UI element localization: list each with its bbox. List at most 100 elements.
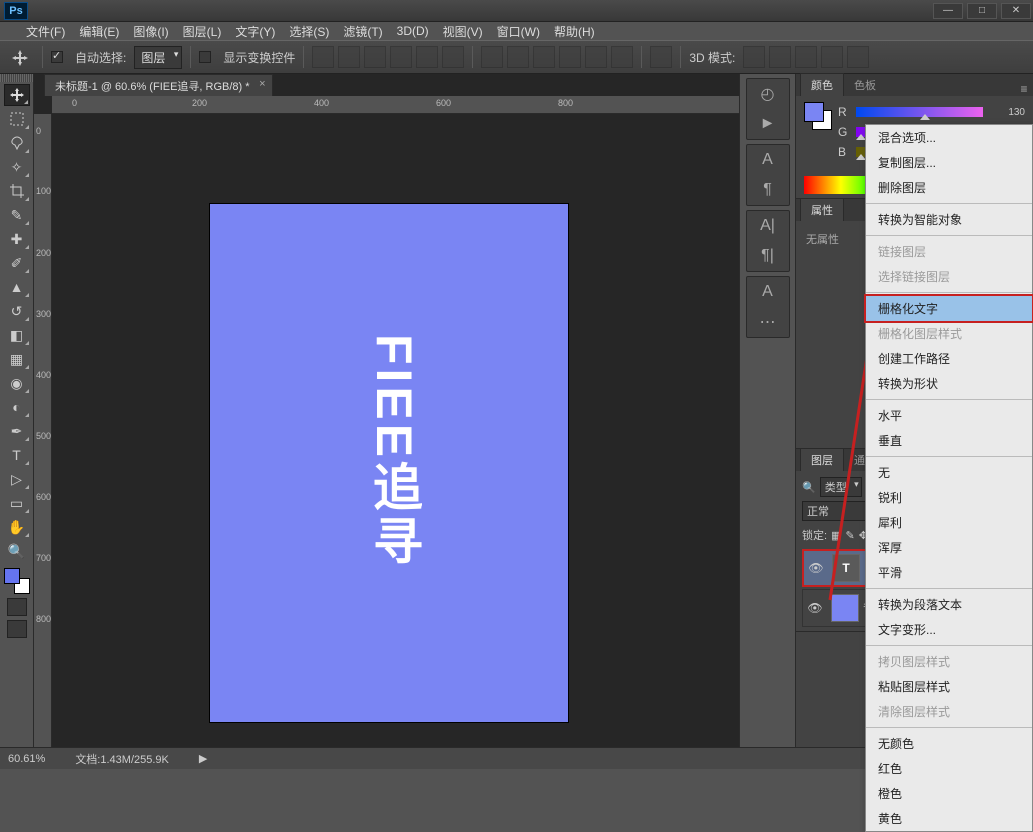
layer-context-menu[interactable]: 混合选项...复制图层...删除图层转换为智能对象链接图层选择链接图层栅格化文字… xyxy=(865,124,1033,832)
show-transform-checkbox[interactable] xyxy=(199,51,211,63)
close-button[interactable]: ✕ xyxy=(1001,3,1031,19)
para-style-icon[interactable]: ¶| xyxy=(747,241,789,271)
brush-tool[interactable]: ✐ xyxy=(4,252,30,274)
context-menu-item[interactable]: 橙色 xyxy=(866,781,1032,806)
panel-swatch[interactable] xyxy=(804,102,832,130)
glyph-panel-icon[interactable]: ⋯ xyxy=(747,307,789,337)
status-arrow-icon[interactable]: ▶ xyxy=(199,752,207,765)
actions-icon[interactable]: ► xyxy=(747,109,789,139)
panel-menu-icon[interactable]: ≡ xyxy=(1015,82,1033,96)
quickmask-toggle[interactable] xyxy=(7,598,27,616)
context-menu-item[interactable]: 复制图层... xyxy=(866,150,1032,175)
shape-tool[interactable]: ▭ xyxy=(4,492,30,514)
panel-grip[interactable] xyxy=(0,74,33,82)
character-icon[interactable]: A xyxy=(747,145,789,175)
move-tool-icon[interactable] xyxy=(6,46,34,70)
history-brush-tool[interactable]: ↺ xyxy=(4,300,30,322)
menu-select[interactable]: 选择(S) xyxy=(289,23,329,40)
maximize-button[interactable]: □ xyxy=(967,3,997,19)
align-icon[interactable] xyxy=(416,46,438,68)
context-menu-item[interactable]: 混合选项... xyxy=(866,125,1032,150)
eyedropper-tool[interactable]: ✎ xyxy=(4,204,30,226)
properties-tab[interactable]: 属性 xyxy=(800,198,844,221)
swatches-tab[interactable]: 色板 xyxy=(844,74,886,96)
menu-3d[interactable]: 3D(D) xyxy=(397,24,429,38)
context-menu-item[interactable]: 垂直 xyxy=(866,428,1032,453)
menu-help[interactable]: 帮助(H) xyxy=(554,23,595,40)
canvas-viewport[interactable]: FIEE追寻 xyxy=(52,114,739,747)
context-menu-item[interactable]: 文字变形... xyxy=(866,617,1032,642)
hand-tool[interactable]: ✋ xyxy=(4,516,30,538)
history-icon[interactable]: ◴ xyxy=(747,79,789,109)
auto-select-checkbox[interactable] xyxy=(51,51,63,63)
color-tab[interactable]: 颜色 xyxy=(800,73,844,96)
close-tab-icon[interactable]: × xyxy=(259,78,265,90)
align-icon[interactable] xyxy=(338,46,360,68)
3d-icon[interactable] xyxy=(743,46,765,68)
context-menu-item[interactable]: 粘贴图层样式 xyxy=(866,674,1032,699)
distribute-icon[interactable] xyxy=(533,46,555,68)
blur-tool[interactable]: ◉ xyxy=(4,372,30,394)
heal-tool[interactable]: ✚ xyxy=(4,228,30,250)
color-swatches[interactable] xyxy=(4,568,30,594)
fg-swatch[interactable] xyxy=(4,568,20,584)
pen-tool[interactable]: ✒ xyxy=(4,420,30,442)
context-menu-item[interactable]: 浑厚 xyxy=(866,535,1032,560)
dodge-tool[interactable]: ◐ xyxy=(4,396,30,418)
context-menu-item[interactable]: 锐利 xyxy=(866,485,1032,510)
menu-window[interactable]: 窗口(W) xyxy=(497,23,540,40)
distribute-icon[interactable] xyxy=(611,46,633,68)
distribute-icon[interactable] xyxy=(481,46,503,68)
align-icon[interactable] xyxy=(442,46,464,68)
context-menu-item[interactable]: 犀利 xyxy=(866,510,1032,535)
auto-align-icon[interactable] xyxy=(650,46,672,68)
gradient-tool[interactable]: ▦ xyxy=(4,348,30,370)
context-menu-item[interactable]: 黄色 xyxy=(866,806,1032,831)
r-slider[interactable] xyxy=(856,107,983,117)
distribute-icon[interactable] xyxy=(507,46,529,68)
context-menu-item[interactable]: 栅格化文字 xyxy=(864,294,1033,323)
align-icon[interactable] xyxy=(312,46,334,68)
3d-icon[interactable] xyxy=(769,46,791,68)
ruler-vertical[interactable]: 0 100 200 300 400 500 600 700 800 xyxy=(34,114,52,747)
3d-icon[interactable] xyxy=(847,46,869,68)
distribute-icon[interactable] xyxy=(559,46,581,68)
context-menu-item[interactable]: 转换为段落文本 xyxy=(866,592,1032,617)
context-menu-item[interactable]: 无 xyxy=(866,460,1032,485)
context-menu-item[interactable]: 水平 xyxy=(866,403,1032,428)
canvas[interactable]: FIEE追寻 xyxy=(210,204,568,722)
zoom-value[interactable]: 60.61% xyxy=(8,753,45,765)
zoom-tool[interactable]: 🔍 xyxy=(4,540,30,562)
3d-icon[interactable] xyxy=(795,46,817,68)
path-select-tool[interactable]: ▷ xyxy=(4,468,30,490)
menu-bar[interactable]: 文件(F) 编辑(E) 图像(I) 图层(L) 文字(Y) 选择(S) 滤镜(T… xyxy=(0,22,1033,40)
char-style-icon[interactable]: A| xyxy=(747,211,789,241)
r-value[interactable]: 130 xyxy=(989,107,1025,118)
crop-tool[interactable] xyxy=(4,180,30,202)
type-tool[interactable]: T xyxy=(4,444,30,466)
document-tab[interactable]: 未标题-1 @ 60.6% (FIEE追寻, RGB/8) * × xyxy=(44,74,273,96)
context-menu-item[interactable]: 平滑 xyxy=(866,560,1032,585)
menu-layer[interactable]: 图层(L) xyxy=(183,23,222,40)
menu-image[interactable]: 图像(I) xyxy=(133,23,168,40)
menu-edit[interactable]: 编辑(E) xyxy=(79,23,119,40)
menu-view[interactable]: 视图(V) xyxy=(443,23,483,40)
context-menu-item[interactable]: 创建工作路径 xyxy=(866,346,1032,371)
distribute-icon[interactable] xyxy=(585,46,607,68)
context-menu-item[interactable]: 转换为智能对象 xyxy=(866,207,1032,232)
paragraph-icon[interactable]: ¶ xyxy=(747,175,789,205)
type-panel-icon[interactable]: A xyxy=(747,277,789,307)
3d-icon[interactable] xyxy=(821,46,843,68)
stamp-tool[interactable]: ▲ xyxy=(4,276,30,298)
marquee-tool[interactable] xyxy=(4,108,30,130)
move-tool[interactable] xyxy=(4,84,30,106)
menu-filter[interactable]: 滤镜(T) xyxy=(343,23,382,40)
wand-tool[interactable]: ✧ xyxy=(4,156,30,178)
menu-type[interactable]: 文字(Y) xyxy=(235,23,275,40)
doc-size[interactable]: 文档:1.43M/255.9K xyxy=(75,751,169,767)
align-icon[interactable] xyxy=(364,46,386,68)
lasso-tool[interactable] xyxy=(4,132,30,154)
minimize-button[interactable]: — xyxy=(933,3,963,19)
screenmode-toggle[interactable] xyxy=(7,620,27,638)
context-menu-item[interactable]: 删除图层 xyxy=(866,175,1032,200)
